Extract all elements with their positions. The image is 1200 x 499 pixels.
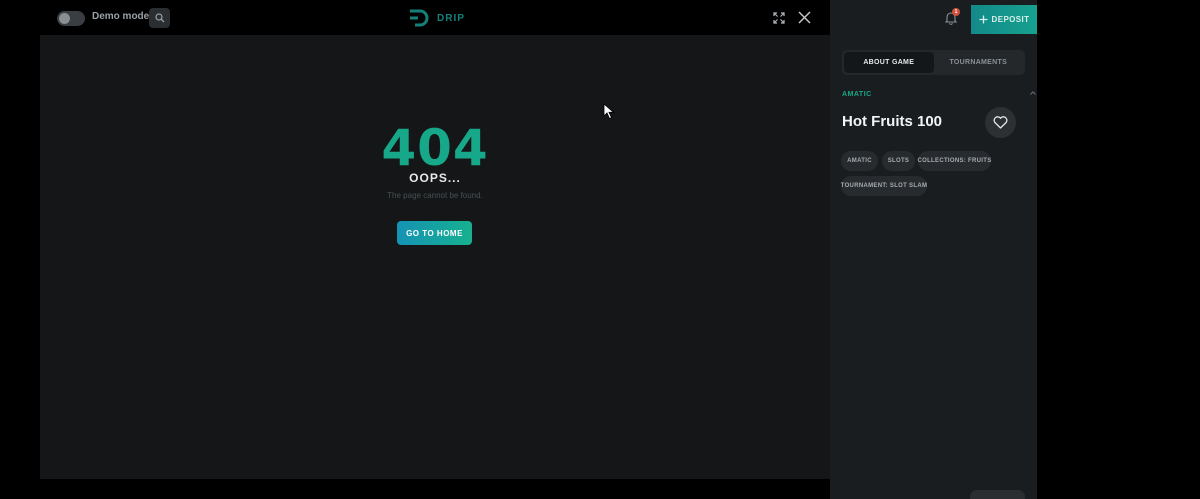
deposit-button[interactable]: DEPOSIT [971, 5, 1037, 34]
tab-about-game[interactable]: ABOUT GAME [844, 52, 934, 73]
panel-header: 1 DEPOSIT [830, 0, 1037, 35]
mouse-cursor-icon [603, 103, 615, 120]
game-frame: 404 OOPS... The page cannot be found. GO… [40, 35, 830, 479]
close-icon[interactable] [798, 11, 811, 24]
error-title: OOPS... [409, 171, 461, 185]
demo-mode-toggle[interactable] [57, 11, 85, 26]
demo-mode-label: Demo mode [92, 11, 150, 22]
tab-tournaments[interactable]: TOURNAMENTS [934, 52, 1024, 73]
logo-text: DRIP [437, 12, 465, 24]
game-info-panel: 1 DEPOSIT ABOUT GAME TOURNAMENTS AMATIC … [830, 0, 1037, 499]
app-stage: Demo mode DRIP 404 OOPS... The page cann [0, 0, 1200, 499]
heart-icon [993, 116, 1008, 129]
error-code: 404 [381, 119, 489, 177]
deposit-label: DEPOSIT [991, 15, 1030, 24]
notification-badge: 1 [952, 8, 960, 16]
search-button[interactable] [149, 8, 170, 28]
drip-logo-icon [410, 9, 429, 27]
go-home-button[interactable]: GO TO HOME [397, 221, 472, 245]
tag-chip[interactable]: TOURNAMENT: SLOT SLAM [841, 176, 927, 196]
fullscreen-icon[interactable] [773, 12, 785, 24]
brand-logo[interactable]: DRIP [409, 9, 465, 27]
game-provider[interactable]: AMATIC [842, 91, 872, 98]
panel-tabs: ABOUT GAME TOURNAMENTS [842, 50, 1025, 75]
tag-chip[interactable]: AMATIC [841, 151, 878, 171]
tag-chip[interactable]: SLOTS [882, 151, 915, 171]
search-icon [154, 13, 164, 23]
chevron-up-icon[interactable] [1030, 90, 1036, 96]
scroll-handle[interactable] [970, 490, 1025, 499]
top-bar: Demo mode DRIP [0, 0, 830, 35]
game-title: Hot Fruits 100 [842, 113, 943, 130]
toggle-knob [59, 13, 70, 24]
error-message: The page cannot be found. [387, 191, 483, 200]
plus-icon [979, 15, 988, 24]
tag-chip[interactable]: COLLECTIONS: FRUITS [917, 151, 991, 171]
favorite-button[interactable] [985, 107, 1016, 138]
